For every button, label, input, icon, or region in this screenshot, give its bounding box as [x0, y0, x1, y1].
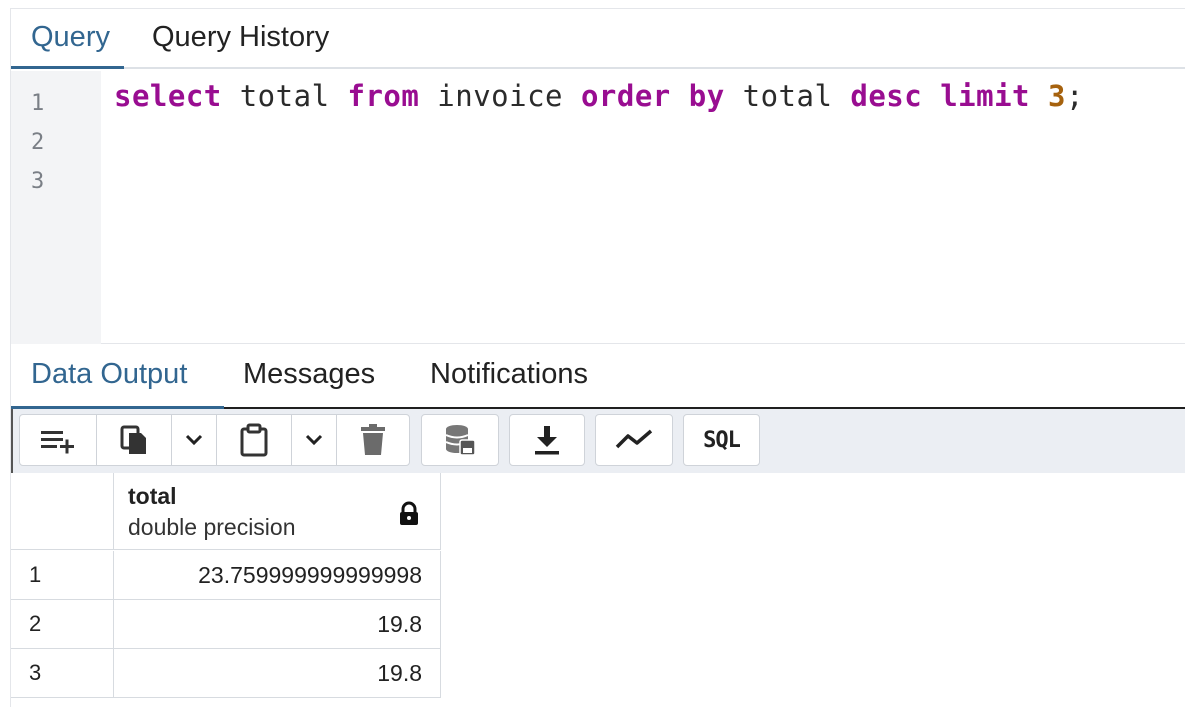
data-output-toolbar: SQL [11, 409, 1185, 473]
chevron-down-icon [185, 434, 203, 446]
sql-keyword: desc [850, 79, 923, 113]
active-tab-indicator [11, 66, 124, 69]
sql-button[interactable]: SQL [683, 414, 760, 466]
sql-number: 3 [1047, 79, 1066, 113]
tab-messages[interactable]: Messages [243, 358, 375, 391]
sql-icon: SQL [703, 427, 741, 453]
download-icon [535, 426, 559, 455]
tab-notifications[interactable]: Notifications [430, 358, 588, 391]
sql-text: total [724, 79, 851, 113]
line-number-gutter: 1 2 3 [11, 71, 101, 344]
sql-keyword: select [114, 79, 222, 113]
sql-keyword: from [347, 79, 420, 113]
paste-button[interactable] [216, 414, 292, 466]
tab-query[interactable]: Query [31, 21, 110, 54]
graph-visualiser-button[interactable] [595, 414, 673, 466]
table-row[interactable]: 1 23.759999999999998 [11, 551, 441, 600]
query-tool-panel: Query Query History 1 2 3 select total f… [10, 8, 1185, 707]
table-cell[interactable]: 19.8 [114, 600, 441, 648]
grid-corner-cell[interactable] [11, 473, 114, 550]
sql-keyword: by [688, 79, 725, 113]
trash-icon [361, 424, 385, 455]
code-line-1[interactable]: select total from invoice order by total… [114, 79, 1084, 113]
add-row-icon [41, 431, 74, 454]
delete-button[interactable] [336, 414, 410, 466]
chevron-down-icon [305, 434, 323, 446]
column-type: double precision [128, 514, 296, 540]
lock-icon [400, 501, 418, 525]
row-number[interactable]: 2 [11, 600, 114, 648]
tab-query-history[interactable]: Query History [152, 21, 329, 54]
sql-text: ; [1065, 79, 1084, 113]
copy-button[interactable] [96, 414, 172, 466]
sql-keyword: order [580, 79, 671, 113]
add-row-button[interactable] [19, 414, 97, 466]
table-cell[interactable]: 19.8 [114, 649, 441, 697]
line-number: 3 [31, 169, 45, 194]
line-number: 1 [31, 91, 45, 116]
download-button[interactable] [509, 414, 585, 466]
row-number[interactable]: 3 [11, 649, 114, 697]
sql-text: invoice [419, 79, 581, 113]
sql-editor[interactable]: 1 2 3 select total from invoice order by… [11, 71, 1185, 344]
output-tabs-bar: Data Output Messages Notifications [11, 347, 1185, 409]
sql-keyword: limit [940, 79, 1031, 113]
row-number[interactable]: 1 [11, 551, 114, 599]
table-row[interactable]: 3 19.8 [11, 649, 441, 698]
grid-header: total double precision [11, 473, 441, 550]
paste-options-button[interactable] [291, 414, 337, 466]
tab-data-output[interactable]: Data Output [31, 358, 187, 391]
copy-icon [120, 425, 146, 454]
line-number: 2 [31, 130, 45, 155]
copy-options-button[interactable] [171, 414, 217, 466]
database-save-icon [445, 425, 476, 456]
column-header-total[interactable]: total double precision [114, 473, 441, 550]
sql-text: total [221, 79, 348, 113]
table-row[interactable]: 2 19.8 [11, 600, 441, 649]
save-data-button[interactable] [421, 414, 499, 466]
column-name: total [128, 483, 177, 509]
table-cell[interactable]: 23.759999999999998 [114, 551, 441, 599]
line-chart-icon [615, 429, 653, 449]
paste-icon [240, 423, 268, 457]
query-tabs-bar: Query Query History [11, 9, 1185, 69]
